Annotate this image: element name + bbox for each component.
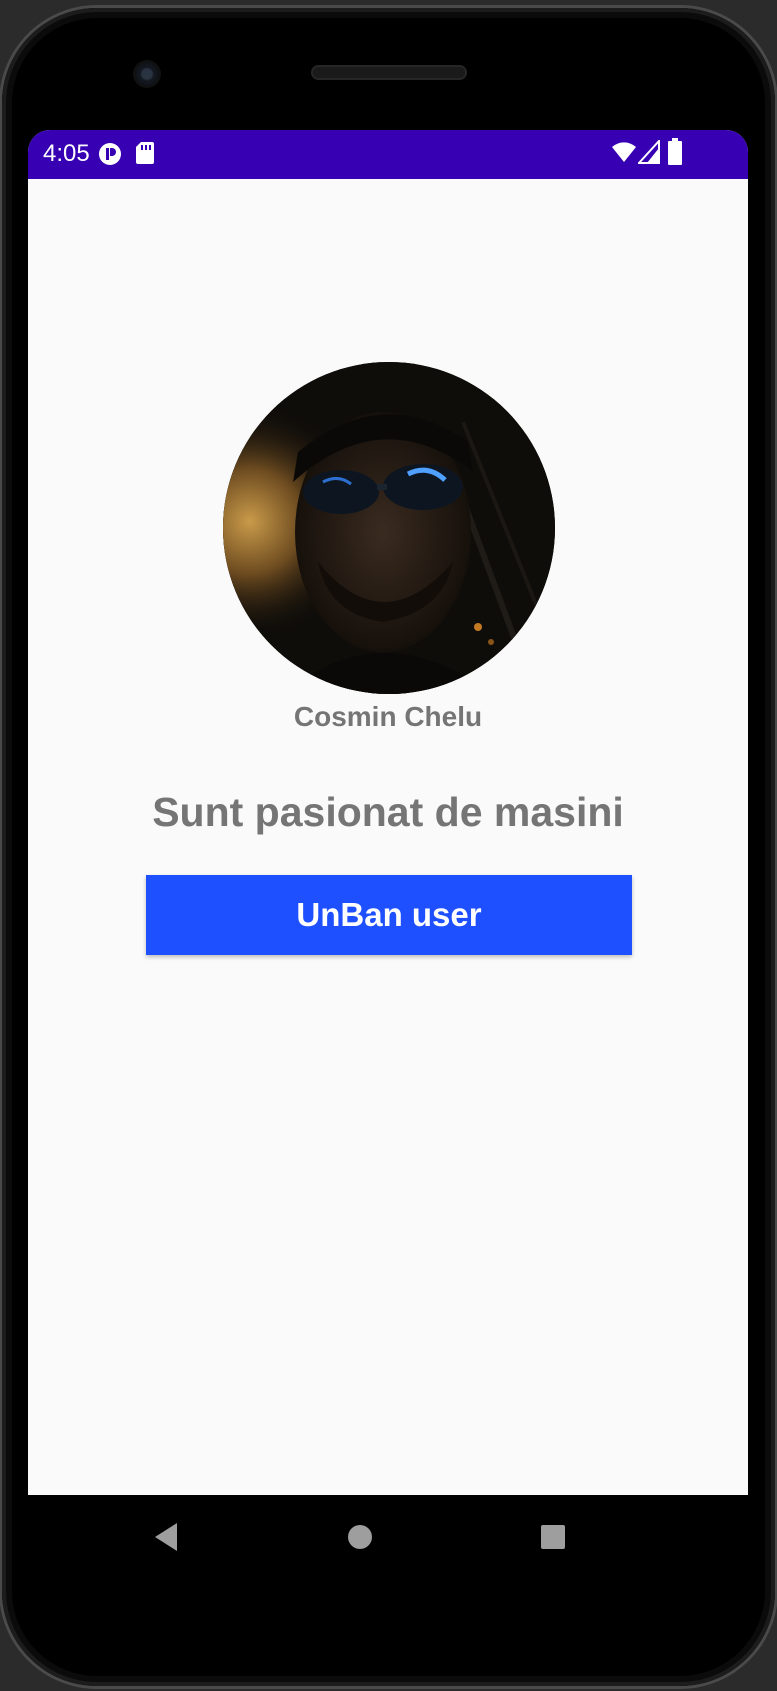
navigation-bar — [28, 1495, 748, 1580]
status-bar: 4:05 — [28, 130, 748, 179]
front-camera — [135, 62, 159, 86]
emulator-frame: 4:05 Cosmin Chelu Sunt pasionat de masin… — [0, 0, 777, 1691]
profile-screen: Cosmin Chelu Sunt pasionat de masini UnB… — [28, 179, 748, 1495]
profile-photo-image — [223, 362, 555, 694]
wifi-icon — [612, 142, 636, 162]
device-screen: 4:05 Cosmin Chelu Sunt pasionat de masin… — [28, 130, 748, 1580]
phone-body: 4:05 Cosmin Chelu Sunt pasionat de masin… — [2, 8, 775, 1686]
home-icon[interactable] — [340, 1517, 380, 1557]
recents-icon[interactable] — [533, 1517, 573, 1557]
play-protect-icon — [99, 143, 121, 165]
sd-card-icon — [136, 142, 154, 164]
battery-icon — [668, 138, 682, 165]
status-time: 4:05 — [43, 140, 90, 167]
unban-user-button[interactable]: UnBan user — [146, 875, 632, 955]
back-icon[interactable] — [147, 1517, 187, 1557]
earpiece-speaker — [311, 65, 467, 80]
profile-photo — [223, 362, 555, 694]
user-name: Cosmin Chelu — [293, 701, 483, 732]
signal-icon — [638, 140, 660, 164]
user-bio: Sunt pasionat de masini — [152, 789, 624, 835]
